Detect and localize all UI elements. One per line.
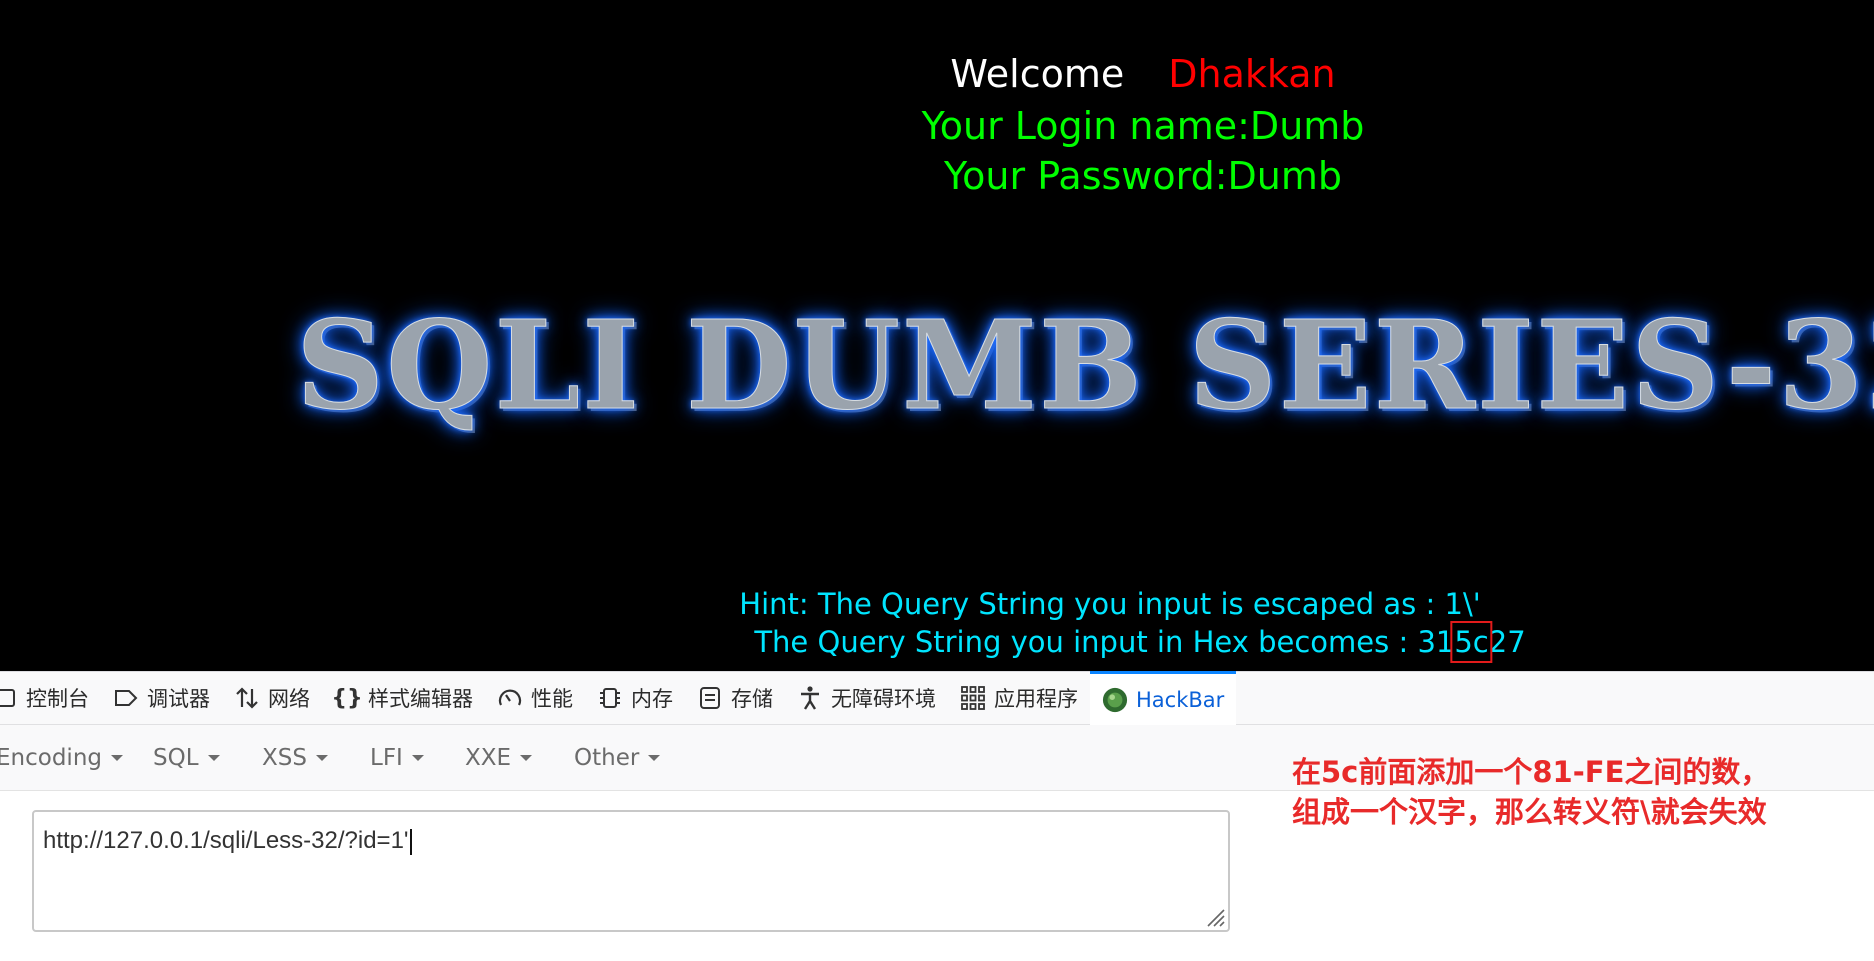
- tab-debugger[interactable]: 调试器: [101, 671, 222, 725]
- menu-label: LFI: [370, 745, 403, 771]
- resize-grip-icon[interactable]: [1202, 904, 1226, 928]
- devtools-tab-bar: 控制台 调试器 网络 {} 样式编辑器 性能 内存 存储 无障碍环境 应用程序 …: [0, 671, 1874, 725]
- menu-encoding[interactable]: Encoding: [0, 725, 123, 791]
- welcome-label: Welcome: [950, 52, 1125, 96]
- tab-performance[interactable]: 性能: [485, 671, 585, 725]
- hex-5c-highlight: 5c: [1450, 621, 1493, 663]
- tab-label: 无障碍环境: [831, 687, 936, 711]
- console-icon: [0, 685, 18, 711]
- application-icon: [960, 685, 986, 711]
- tab-label: 样式编辑器: [368, 687, 473, 711]
- tab-hackbar[interactable]: HackBar: [1090, 671, 1237, 725]
- performance-icon: [497, 685, 523, 711]
- login-name-line: Your Login name:Dumb: [921, 104, 1365, 148]
- url-textarea[interactable]: http://127.0.0.1/sqli/Less-32/?id=1': [32, 810, 1230, 932]
- tab-style-editor[interactable]: {} 样式编辑器: [322, 671, 485, 725]
- menu-lfi[interactable]: LFI: [370, 725, 424, 791]
- menu-xss[interactable]: XSS: [262, 725, 328, 791]
- menu-label: XXE: [465, 745, 512, 771]
- menu-label: SQL: [153, 745, 199, 771]
- menu-label: Encoding: [0, 745, 102, 771]
- tab-accessibility[interactable]: 无障碍环境: [785, 671, 948, 725]
- menu-other[interactable]: Other: [574, 725, 661, 791]
- text-cursor: [409, 828, 412, 855]
- tab-label: 内存: [631, 687, 673, 711]
- annotation-note: 在5c前面添加一个81-FE之间的数， 组成一个汉字，那么转义符\就会失效: [1292, 752, 1769, 832]
- tab-label: HackBar: [1136, 687, 1225, 712]
- tab-label: 性能: [531, 687, 573, 711]
- menu-sql[interactable]: SQL: [153, 725, 220, 791]
- hackbar-icon: [1102, 687, 1128, 713]
- caret-down-icon: [411, 755, 424, 761]
- accessibility-icon: [797, 685, 823, 711]
- tab-label: 调试器: [147, 687, 210, 711]
- welcome-line: Welcome Dhakkan: [950, 48, 1335, 100]
- caret-down-icon: [111, 755, 123, 761]
- storage-icon: [697, 685, 723, 711]
- tab-application[interactable]: 应用程序: [948, 671, 1090, 725]
- annotation-line-2: 组成一个汉字，那么转义符\就会失效: [1292, 795, 1767, 829]
- welcome-username: Dhakkan: [1168, 52, 1336, 96]
- tab-label: 网络: [268, 687, 310, 711]
- hint-hex-line: The Query String you input in Hex become…: [754, 621, 1526, 663]
- network-icon: [234, 685, 260, 711]
- caret-down-icon: [207, 755, 220, 761]
- annotation-line-1: 在5c前面添加一个81-FE之间的数，: [1292, 755, 1770, 789]
- hint-escaped-line: Hint: The Query String you input is esca…: [739, 587, 1481, 621]
- caret-down-icon: [520, 755, 533, 761]
- page-content: Welcome Dhakkan Your Login name:Dumb Your…: [0, 0, 1874, 671]
- url-text: http://127.0.0.1/sqli/Less-32/?id=1': [43, 827, 409, 854]
- debugger-icon: [113, 685, 139, 711]
- hint-hex-prefix: The Query String you input in Hex become…: [754, 625, 1455, 659]
- tab-label: 应用程序: [994, 687, 1078, 711]
- tab-label: 控制台: [26, 687, 89, 711]
- hint-hex-suffix: 27: [1488, 625, 1526, 659]
- tab-memory[interactable]: 内存: [585, 671, 685, 725]
- caret-down-icon: [315, 755, 328, 761]
- tab-console[interactable]: 控制台: [0, 671, 101, 725]
- tab-network[interactable]: 网络: [222, 671, 322, 725]
- menu-label: XSS: [262, 745, 307, 771]
- menu-label: Other: [574, 745, 640, 771]
- tab-label: 存储: [731, 687, 773, 711]
- caret-down-icon: [648, 755, 661, 761]
- style-editor-icon: {}: [331, 685, 363, 711]
- menu-xxe[interactable]: XXE: [465, 725, 533, 791]
- sqli-series-banner: SQLI DUMB SERIES-32: [295, 293, 1874, 437]
- tab-storage[interactable]: 存储: [685, 671, 785, 725]
- memory-icon: [597, 685, 623, 711]
- password-line: Your Password:Dumb: [944, 154, 1342, 198]
